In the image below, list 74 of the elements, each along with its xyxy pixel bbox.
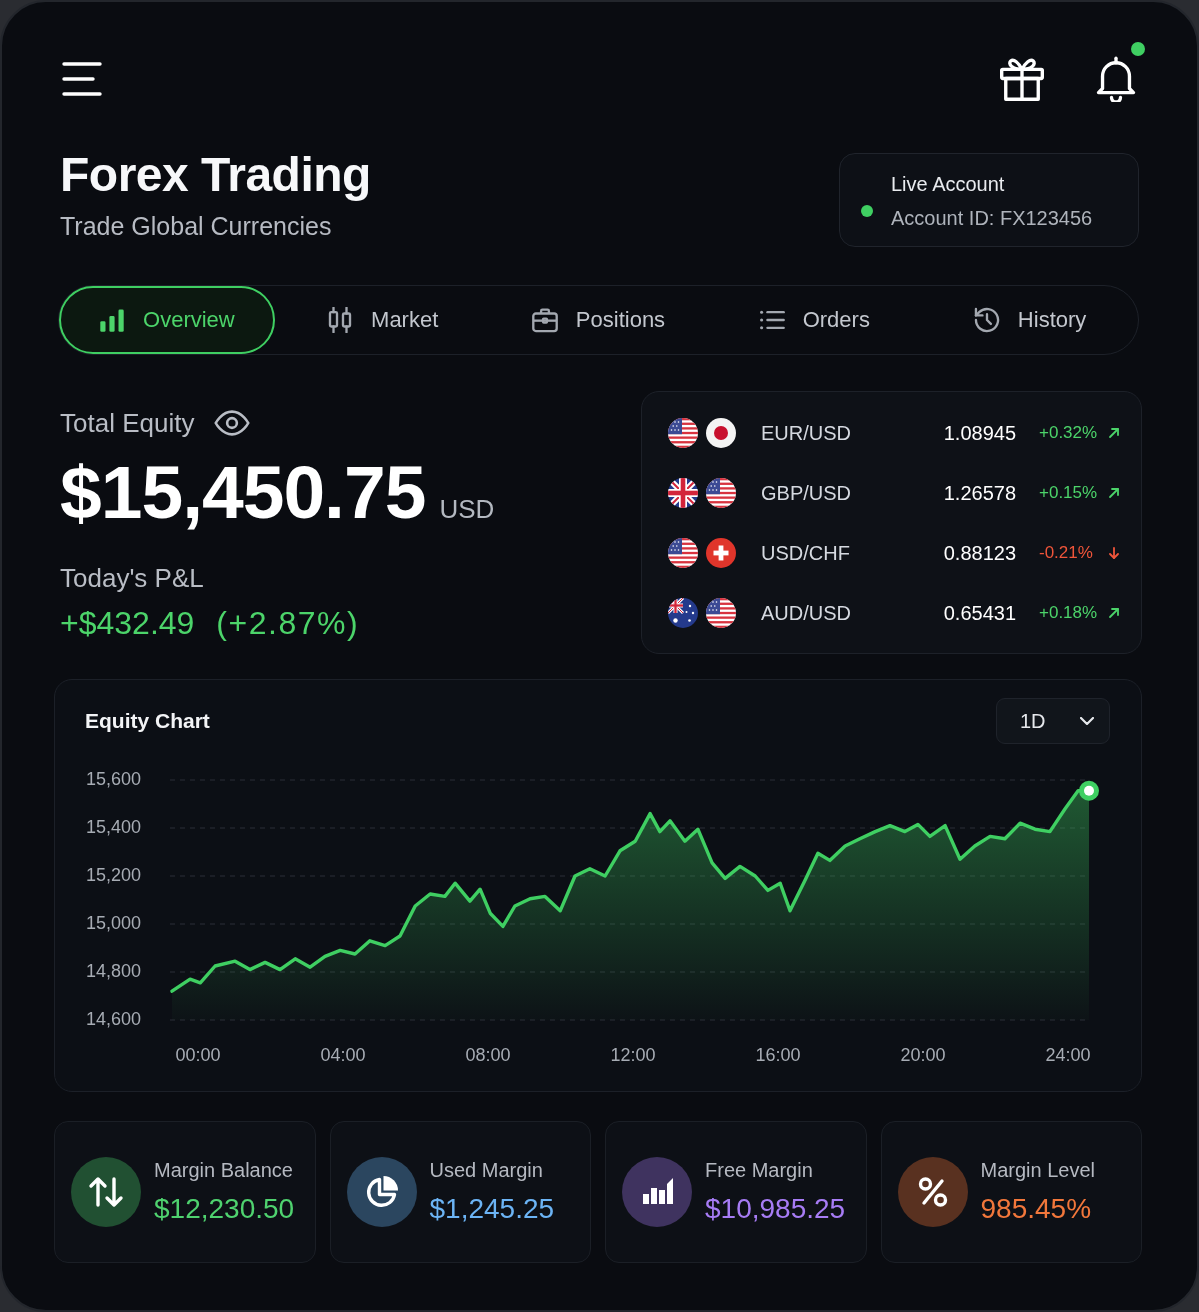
pair-change: +0.18% — [1039, 603, 1099, 623]
history-icon — [973, 307, 1000, 333]
pnl-amount: +$432.49 — [60, 604, 195, 643]
account-id: Account ID: FX123456 — [891, 206, 1093, 231]
app-title: Forex Trading — [60, 147, 371, 203]
pair-price: 0.65431 — [943, 601, 1016, 625]
y-axis-label: 14,600 — [86, 1008, 142, 1029]
pair-change: +0.15% — [1039, 483, 1099, 503]
up-down-arrows-icon — [71, 1157, 141, 1227]
uk-flag-icon — [668, 478, 698, 508]
currency-label: USD — [439, 494, 495, 525]
y-axis-label: 14,800 — [86, 960, 142, 981]
x-axis-label: 08:00 — [465, 1044, 511, 1065]
x-axis-label: 00:00 — [175, 1044, 221, 1065]
status-dot-icon — [861, 205, 873, 217]
pair-name: USD/CHF — [761, 541, 851, 565]
equity-label: Total Equity — [60, 407, 195, 439]
pair-price: 1.26578 — [943, 481, 1016, 505]
app-subtitle: Trade Global Currencies — [60, 211, 332, 241]
x-axis-label: 20:00 — [900, 1044, 946, 1065]
us-flag-icon — [706, 598, 736, 628]
pair-change: +0.32% — [1039, 423, 1099, 443]
pair-price: 0.88123 — [943, 541, 1016, 565]
y-axis-label: 15,600 — [86, 768, 142, 789]
bar-chart-icon — [622, 1157, 692, 1227]
swiss-flag-icon — [706, 538, 736, 568]
range-dropdown[interactable]: 1D — [996, 698, 1110, 744]
y-axis-label: 15,400 — [86, 816, 142, 837]
stat-label: Free Margin — [705, 1158, 814, 1182]
pair-name: EUR/USD — [761, 421, 852, 445]
stat-value: $12,230.50 — [154, 1192, 295, 1226]
chart-title: Equity Chart — [85, 709, 210, 733]
x-axis-label: 12:00 — [610, 1044, 656, 1065]
tab[interactable]: Orders — [706, 286, 923, 354]
tab[interactable]: Market — [274, 286, 491, 354]
candlestick-icon — [327, 307, 354, 333]
bell-icon[interactable] — [1095, 56, 1137, 102]
bar-chart-icon — [99, 307, 126, 333]
y-axis-label: 15,000 — [86, 912, 142, 933]
stat-label: Margin Level — [980, 1158, 1095, 1182]
stat-label: Used Margin — [429, 1158, 544, 1182]
account-type: Live Account — [891, 172, 1005, 197]
menu-icon[interactable] — [62, 61, 102, 97]
japan-flag-icon — [706, 418, 736, 448]
tab[interactable]: Overview — [59, 286, 275, 354]
us-flag-icon — [668, 538, 698, 568]
stat-value: $1,245.25 — [429, 1192, 555, 1226]
stat-value: 985.45% — [980, 1192, 1093, 1226]
us-flag-icon — [706, 478, 736, 508]
stat-value: $10,985.25 — [705, 1192, 846, 1226]
tab[interactable]: History — [922, 286, 1138, 354]
chevron-down-icon — [1080, 717, 1094, 725]
x-axis-label: 24:00 — [1045, 1044, 1091, 1065]
y-axis-label: 15,200 — [86, 864, 142, 885]
account-card[interactable]: Live Account Account ID: FX123456 — [839, 153, 1139, 247]
pair-name: AUD/USD — [761, 601, 852, 625]
eye-icon[interactable] — [214, 410, 251, 436]
pair-price: 1.08945 — [943, 421, 1016, 445]
pair-name: GBP/USD — [761, 481, 853, 505]
gift-icon[interactable] — [999, 57, 1045, 101]
equity-amount: $15,450.75 — [60, 455, 426, 530]
endpoint-marker-icon — [1079, 780, 1099, 801]
australia-flag-icon — [668, 598, 698, 628]
stat-label: Margin Balance — [154, 1158, 294, 1182]
pnl-percent: (+2.87%) — [216, 604, 360, 643]
x-axis-label: 04:00 — [320, 1044, 366, 1065]
pnl-label: Today's P&L — [60, 562, 204, 594]
percent-icon — [897, 1157, 968, 1227]
x-axis-label: 16:00 — [755, 1044, 801, 1065]
us-flag-icon — [668, 418, 698, 448]
pair-change: -0.21% — [1039, 543, 1094, 563]
pie-chart-icon — [346, 1157, 417, 1227]
briefcase-icon — [531, 307, 558, 333]
tab[interactable]: Positions — [490, 286, 707, 354]
